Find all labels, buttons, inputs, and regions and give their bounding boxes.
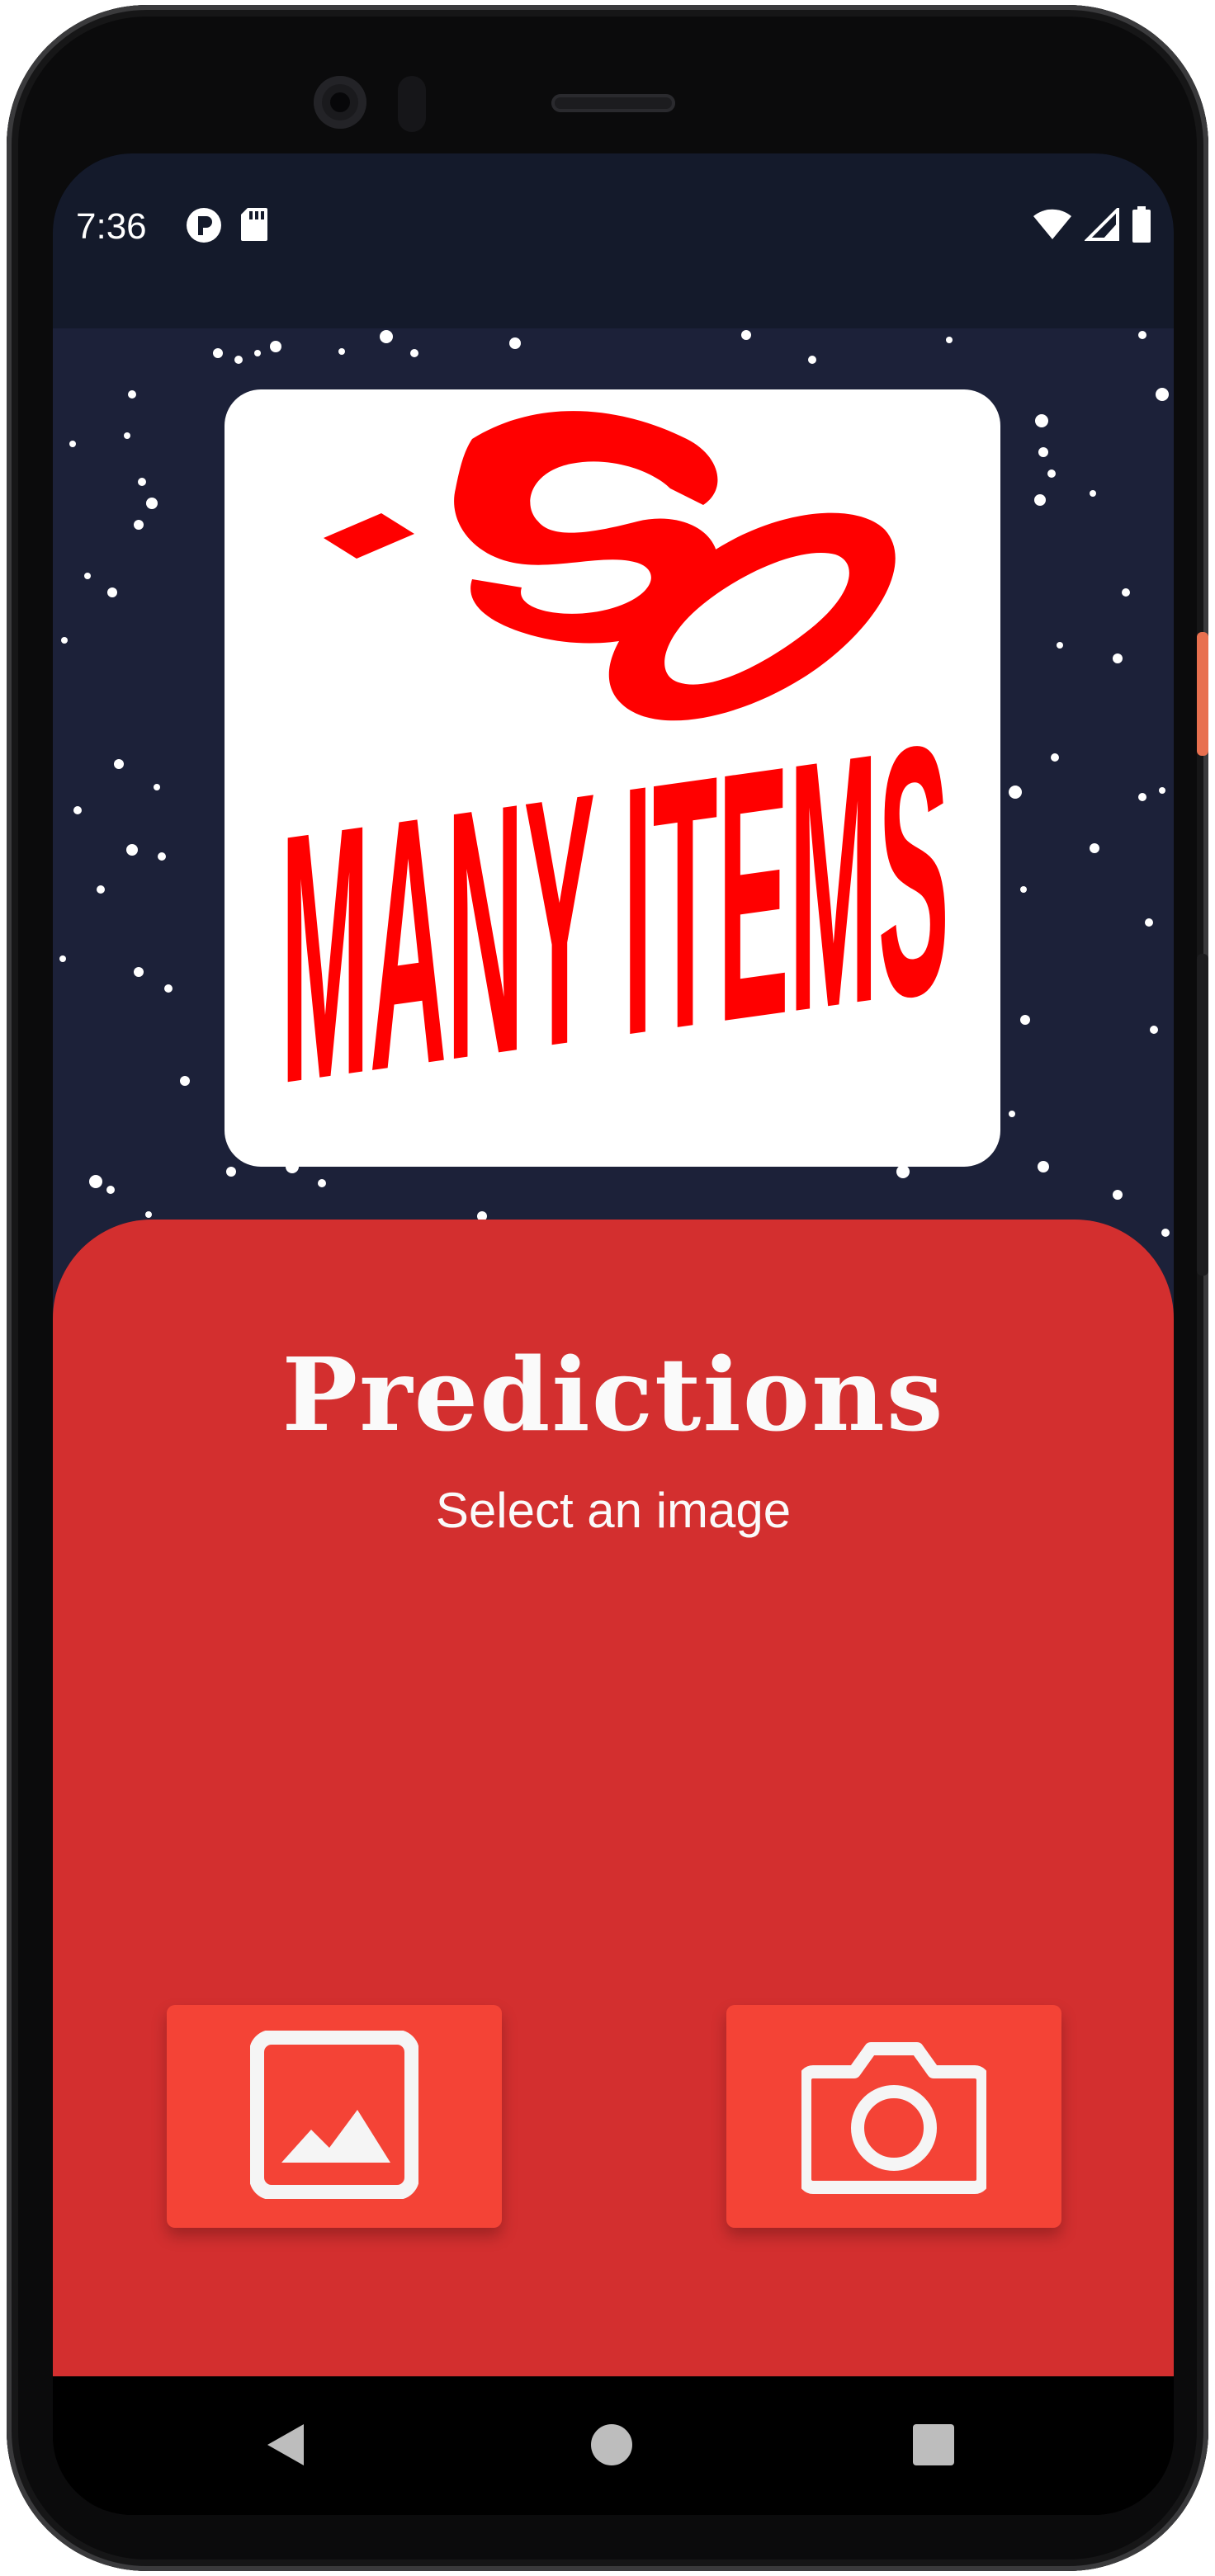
svg-text:MANY ITEMS: MANY ITEMS (281, 668, 949, 1158)
proximity-sensor (398, 76, 426, 132)
screen: 7:36 MANY Predictions Select an image (53, 153, 1174, 2515)
hero-background: MANY ITEMS (53, 328, 1174, 1319)
predictions-panel: Predictions Select an image (53, 1220, 1174, 2376)
predictions-subtitle: Select an image (435, 1483, 792, 1538)
camera-icon (798, 2031, 990, 2203)
wifi-icon (1032, 208, 1073, 245)
predictions-title: Predictions (281, 1335, 945, 1454)
battery-icon (1131, 206, 1152, 247)
volume-button (1197, 954, 1208, 1276)
logo-word-top (324, 411, 896, 721)
signal-icon (1084, 205, 1119, 245)
power-button (1197, 632, 1208, 756)
take-photo-button[interactable] (726, 2005, 1061, 2228)
logo-word-bottom: MANY ITEMS (281, 668, 949, 1158)
sd-card-icon (239, 206, 269, 248)
pick-from-gallery-button[interactable] (167, 2005, 502, 2228)
earpiece-speaker (551, 94, 675, 112)
system-nav-bar (53, 2376, 1174, 2515)
status-time: 7:36 (76, 206, 147, 247)
back-icon[interactable] (264, 2423, 305, 2471)
notification-p-icon (185, 206, 223, 248)
image-icon (249, 2029, 419, 2203)
home-icon[interactable] (591, 2424, 632, 2465)
so-many-items-logo: MANY ITEMS (225, 389, 1000, 1167)
status-bar: 7:36 (53, 153, 1174, 328)
recents-icon[interactable] (913, 2424, 954, 2465)
phone-frame: 7:36 MANY Predictions Select an image (7, 5, 1208, 2571)
front-camera (314, 76, 366, 129)
